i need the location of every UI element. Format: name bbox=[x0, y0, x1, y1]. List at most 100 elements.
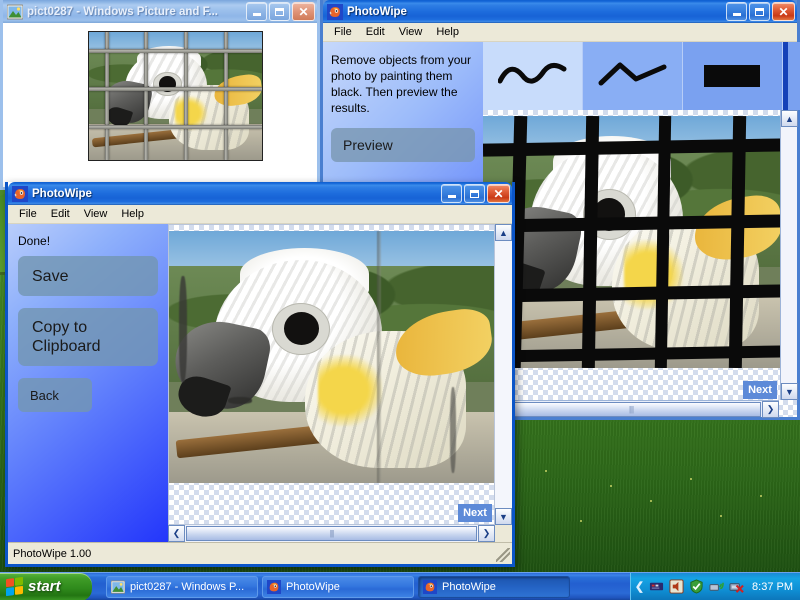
wallpaper-fleck bbox=[610, 485, 612, 487]
close-button[interactable]: ✕ bbox=[487, 184, 510, 203]
windows-logo-icon bbox=[6, 577, 23, 596]
wallpaper-fleck bbox=[760, 495, 762, 497]
preview-button[interactable]: Preview bbox=[331, 128, 475, 162]
menu-view[interactable]: View bbox=[77, 206, 115, 222]
wireless-icon[interactable] bbox=[709, 579, 724, 594]
menu-file[interactable]: File bbox=[12, 206, 44, 222]
photowipe-front-canvas[interactable]: Next bbox=[168, 224, 495, 525]
taskbar-item-label: PhotoWipe bbox=[286, 581, 340, 593]
close-button[interactable]: ✕ bbox=[292, 2, 315, 21]
save-button[interactable]: Save bbox=[18, 256, 158, 296]
menu-file[interactable]: File bbox=[327, 24, 359, 40]
brush-size-selector[interactable] bbox=[783, 42, 800, 110]
filled-rectangle-icon bbox=[698, 59, 768, 93]
clock[interactable]: 8:37 PM bbox=[752, 581, 793, 593]
taskbar-item-picture-viewer[interactable]: pict0287 - Windows P... bbox=[106, 576, 258, 598]
freehand-curve-icon bbox=[498, 59, 568, 93]
next-button[interactable]: Next bbox=[458, 504, 492, 522]
volume-icon[interactable] bbox=[669, 579, 684, 594]
photowipe-back-vertical-scrollbar[interactable]: ▲ ▼ bbox=[780, 110, 797, 400]
picture-viewer-canvas[interactable] bbox=[3, 23, 317, 187]
copy-to-clipboard-button[interactable]: Copy to Clipboard bbox=[18, 308, 158, 366]
photowipe-front-titlebar[interactable]: PhotoWipe ✕ bbox=[8, 182, 512, 205]
painted-photo[interactable] bbox=[483, 116, 789, 368]
wallpaper-fleck bbox=[720, 515, 722, 517]
maximize-button[interactable] bbox=[749, 2, 770, 21]
scroll-left-button[interactable]: ❮ bbox=[168, 525, 185, 542]
statusbar: PhotoWipe 1.00 bbox=[8, 542, 512, 564]
photowipe-front-window[interactable]: PhotoWipe ✕ File Edit View Help Done! Sa… bbox=[5, 182, 515, 567]
menu-edit[interactable]: Edit bbox=[359, 24, 392, 40]
removed-bar-artifact bbox=[377, 231, 381, 483]
photowipe-back-menubar[interactable]: File Edit View Help bbox=[323, 23, 797, 42]
system-tray[interactable]: ❮ bbox=[630, 573, 800, 600]
toolbar-divider bbox=[783, 42, 788, 110]
photowipe-back-toolbar[interactable] bbox=[483, 42, 797, 110]
taskbar-item-photowipe-2[interactable]: PhotoWipe bbox=[418, 576, 570, 598]
original-photo bbox=[88, 31, 263, 161]
statusbar-text: PhotoWipe 1.00 bbox=[13, 548, 91, 560]
menu-view[interactable]: View bbox=[392, 24, 430, 40]
photowipe-front-sidebar: Done! Save Copy to Clipboard Back bbox=[8, 224, 168, 542]
scroll-right-button[interactable]: ❯ bbox=[478, 525, 495, 542]
freehand-brush-tool[interactable] bbox=[483, 42, 583, 110]
picture-viewer-icon bbox=[111, 580, 125, 594]
scroll-right-button[interactable]: ❯ bbox=[762, 401, 779, 418]
taskbar-item-label: PhotoWipe bbox=[442, 581, 496, 593]
scroll-down-button[interactable]: ▼ bbox=[495, 508, 512, 525]
maximize-button[interactable] bbox=[269, 2, 290, 21]
cage-bars bbox=[89, 32, 262, 160]
scroll-down-button[interactable]: ▼ bbox=[781, 383, 798, 400]
minimize-button[interactable] bbox=[726, 2, 747, 21]
minimize-button[interactable] bbox=[246, 2, 267, 21]
picture-viewer-titlebar[interactable]: pict0287 - Windows Picture and F... ✕ bbox=[3, 0, 317, 23]
scroll-thumb[interactable]: |||| bbox=[186, 526, 477, 541]
photowipe-parrot-icon bbox=[267, 580, 281, 594]
photowipe-front-vertical-scrollbar[interactable]: ▲ ▼ bbox=[495, 224, 512, 525]
wallpaper-fleck bbox=[580, 520, 582, 522]
polyline-icon bbox=[598, 59, 668, 93]
resize-grip[interactable] bbox=[496, 548, 510, 562]
back-button[interactable]: Back bbox=[18, 378, 92, 412]
network-icon[interactable] bbox=[649, 579, 664, 594]
scroll-up-button[interactable]: ▲ bbox=[781, 110, 798, 127]
menu-help[interactable]: Help bbox=[114, 206, 151, 222]
photowipe-parrot-icon bbox=[327, 4, 343, 20]
menu-edit[interactable]: Edit bbox=[44, 206, 77, 222]
menu-help[interactable]: Help bbox=[429, 24, 466, 40]
removed-bar-artifact bbox=[450, 387, 456, 473]
close-button[interactable]: ✕ bbox=[772, 2, 795, 21]
taskbar[interactable]: start pict0287 - Windows P... PhotoWipe bbox=[0, 572, 800, 600]
scroll-up-button[interactable]: ▲ bbox=[495, 224, 512, 241]
picture-viewer-icon bbox=[7, 4, 23, 20]
copy-line-2: Clipboard bbox=[32, 337, 100, 356]
taskbar-item-label: pict0287 - Windows P... bbox=[130, 581, 244, 593]
picture-viewer-title: pict0287 - Windows Picture and F... bbox=[27, 6, 242, 18]
photowipe-back-horizontal-scrollbar[interactable]: ❮ |||| ❯ bbox=[483, 400, 779, 417]
tray-expand-icon[interactable]: ❮ bbox=[635, 580, 644, 593]
preview-photo[interactable] bbox=[169, 231, 495, 483]
photowipe-front-menubar[interactable]: File Edit View Help bbox=[8, 205, 512, 224]
picture-viewer-window[interactable]: pict0287 - Windows Picture and F... ✕ bbox=[0, 0, 320, 190]
minimize-button[interactable] bbox=[441, 184, 462, 203]
shield-icon[interactable] bbox=[689, 579, 704, 594]
photowipe-back-titlebar[interactable]: PhotoWipe ✕ bbox=[323, 0, 797, 23]
maximize-button[interactable] bbox=[464, 184, 485, 203]
start-label: start bbox=[28, 578, 61, 595]
scroll-thumb[interactable]: |||| bbox=[501, 402, 761, 417]
removed-bar-artifact bbox=[179, 276, 187, 382]
taskbar-item-photowipe-1[interactable]: PhotoWipe bbox=[262, 576, 414, 598]
wallpaper-fleck bbox=[650, 500, 652, 502]
photowipe-front-window-controls[interactable]: ✕ bbox=[441, 184, 510, 203]
next-button[interactable]: Next bbox=[743, 381, 777, 399]
photowipe-parrot-icon bbox=[12, 186, 28, 202]
photowipe-front-horizontal-scrollbar[interactable]: ❮ |||| ❯ bbox=[168, 525, 495, 542]
photowipe-back-canvas[interactable]: Next bbox=[483, 110, 797, 417]
photowipe-back-window-controls[interactable]: ✕ bbox=[726, 2, 795, 21]
rectangle-tool[interactable] bbox=[683, 42, 783, 110]
picture-viewer-window-controls[interactable]: ✕ bbox=[246, 2, 315, 21]
disconnect-icon[interactable] bbox=[729, 579, 744, 594]
start-button[interactable]: start bbox=[0, 573, 92, 600]
photowipe-parrot-icon bbox=[423, 580, 437, 594]
polyline-tool[interactable] bbox=[583, 42, 683, 110]
